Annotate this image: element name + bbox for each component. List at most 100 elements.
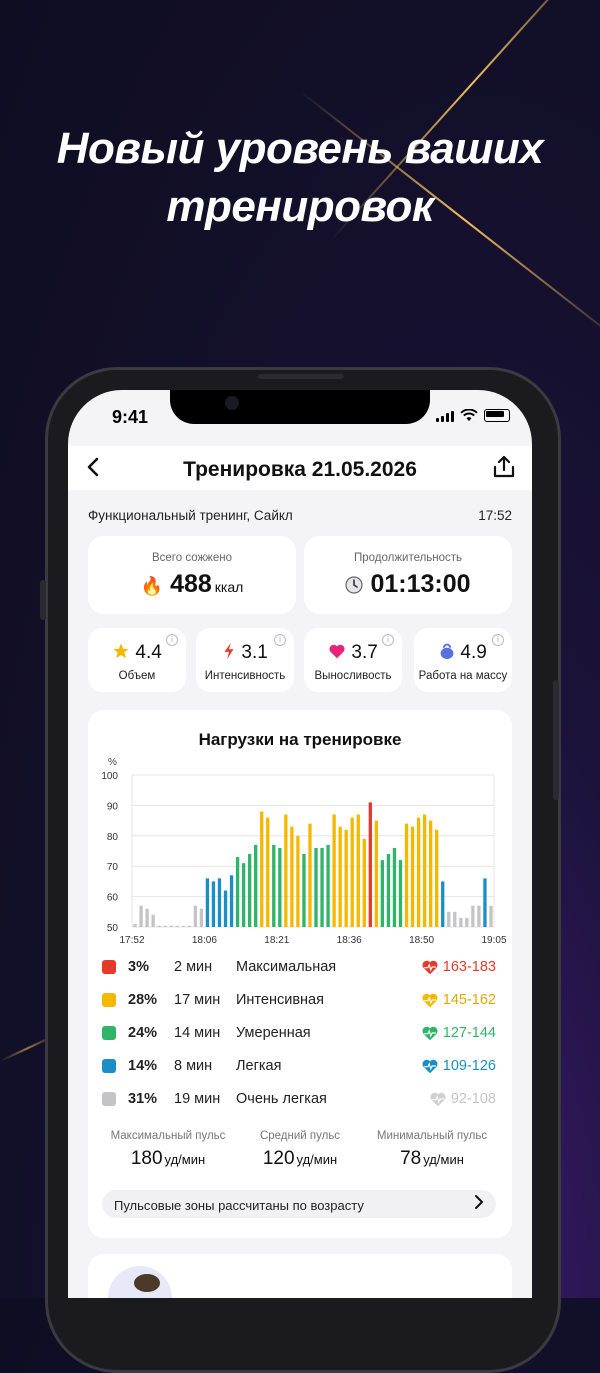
zone-range-value: 127-144 — [442, 1025, 496, 1041]
chart-bar — [392, 847, 397, 927]
heart-pulse-icon — [422, 1026, 438, 1041]
x-tick-label: 17:52 — [119, 935, 144, 946]
phone-side-button — [40, 580, 46, 620]
min-pulse-value: 78 — [400, 1148, 422, 1169]
chart-bar — [483, 878, 487, 927]
cellular-signal-icon — [436, 411, 454, 422]
zone-name: Очень легкая — [236, 1091, 327, 1107]
chart-bar — [465, 917, 469, 927]
zone-duration: 14 мин — [174, 1025, 221, 1041]
clock-icon — [345, 576, 364, 594]
phone-notch — [170, 390, 430, 424]
zone-name: Максимальная — [236, 959, 337, 975]
chart-bar — [453, 911, 457, 927]
chart-bar — [151, 914, 155, 927]
chart-bar — [145, 908, 149, 927]
metric-label: Объем — [118, 670, 156, 682]
pulse-zones-info-button[interactable]: Пульсовые зоны рассчитаны по возрасту — [102, 1190, 496, 1218]
chart-bar — [410, 826, 415, 927]
y-tick-label: 60 — [107, 893, 119, 904]
chart-bar — [260, 811, 264, 927]
chart-bar — [314, 847, 318, 927]
y-tick-label: 70 — [107, 862, 119, 873]
chart-bar — [187, 925, 191, 927]
min-pulse: Минимальный пульс 78 уд/мин — [362, 1130, 502, 1170]
trainer-card — [88, 1254, 512, 1298]
zone-duration: 19 мин — [174, 1091, 221, 1107]
workout-name: Функциональный тренинг, Сайкл — [88, 508, 293, 523]
heart-pulse-icon — [422, 993, 438, 1008]
page-headline: Новый уровень ваших тренировок — [0, 120, 600, 236]
metric-endurance[interactable]: i 3.7 Выносливость — [304, 628, 402, 692]
battery-icon — [484, 409, 510, 422]
chart-bar — [205, 878, 210, 927]
chart-bar — [356, 814, 360, 927]
metric-label: Интенсивность — [204, 670, 286, 682]
y-axis-label: % — [108, 757, 117, 768]
zone-percent: 28% — [128, 992, 158, 1008]
chart-bar — [477, 905, 481, 927]
metric-intensity[interactable]: i 3.1 Интенсивность — [196, 628, 294, 692]
chart-bar — [302, 854, 306, 927]
x-tick-label: 19:05 — [481, 935, 506, 946]
zone-range-value: 163-183 — [442, 959, 496, 975]
chart-bar — [344, 829, 348, 927]
calories-label: Всего сожжено — [151, 552, 233, 564]
chart-bar — [362, 838, 366, 927]
zone-row-moderate: 24% 14 мин Умеренная 127-144 — [102, 1022, 496, 1046]
zone-color-swatch — [102, 960, 116, 974]
max-pulse-unit: уд/мин — [164, 1152, 206, 1167]
zone-range-value: 92-108 — [450, 1091, 496, 1107]
zone-range: 163-183 — [421, 959, 496, 975]
zone-range-value: 109-126 — [442, 1058, 496, 1074]
heart-icon — [329, 644, 345, 659]
chart-bar — [416, 817, 421, 927]
chart-bar — [223, 890, 228, 927]
zone-percent: 3% — [128, 959, 149, 975]
chart-bar — [332, 814, 336, 927]
zone-percent: 24% — [128, 1025, 158, 1041]
avg-pulse: Средний пульс 120 уд/мин — [230, 1130, 370, 1170]
x-tick-label: 18:06 — [192, 935, 217, 946]
share-button[interactable] — [492, 454, 516, 485]
chart-bar — [471, 905, 475, 927]
zone-percent: 31% — [128, 1091, 158, 1107]
chart-bar — [441, 881, 445, 927]
phone-speaker — [258, 374, 344, 379]
chart-bar — [296, 835, 300, 927]
y-tick-label: 80 — [107, 832, 119, 843]
chart-bar — [308, 823, 312, 927]
calories-card: Всего сожжено 🔥 488 ккал — [88, 536, 296, 614]
top-nav-bar: Тренировка 21.05.2026 — [68, 446, 532, 490]
y-tick-label: 100 — [101, 771, 118, 782]
chart-bar — [169, 925, 173, 927]
metrics-row: i 4.4 Объем i 3.1 Интенсивность i 3.7 Вы… — [88, 628, 512, 692]
y-tick-label: 50 — [107, 923, 119, 934]
chart-bar — [290, 826, 294, 927]
trainer-avatar — [108, 1266, 172, 1298]
metric-mass-work[interactable]: i 4.9 Работа на массу — [414, 628, 512, 692]
metric-label: Работа на массу — [418, 670, 508, 682]
zone-row-max: 3% 2 мин Максимальная 163-183 — [102, 956, 496, 980]
fire-icon: 🔥 — [140, 576, 164, 596]
chart-bar — [193, 905, 198, 927]
duration-label: Продолжительность — [353, 552, 463, 564]
zone-row-very-light: 31% 19 мин Очень легкая 92-108 — [102, 1088, 496, 1112]
chart-bar — [229, 875, 234, 927]
zone-range-value: 145-162 — [442, 992, 496, 1008]
metric-value: 4.4 — [135, 642, 162, 663]
zone-duration: 8 мин — [174, 1058, 213, 1074]
x-tick-label: 18:21 — [264, 935, 289, 946]
zone-range: 145-162 — [421, 992, 496, 1008]
avg-pulse-value: 120 — [262, 1148, 295, 1169]
zone-range: 127-144 — [421, 1025, 496, 1041]
phone-side-button — [553, 680, 559, 800]
chart-bar — [157, 925, 161, 927]
zone-color-swatch — [102, 1092, 116, 1106]
chart-bar — [181, 925, 185, 927]
kettlebell-icon — [440, 643, 454, 659]
chart-bar — [338, 826, 342, 927]
metric-volume[interactable]: i 4.4 Объем — [88, 628, 186, 692]
zone-name: Умеренная — [236, 1025, 311, 1041]
chart-bar — [398, 860, 403, 927]
